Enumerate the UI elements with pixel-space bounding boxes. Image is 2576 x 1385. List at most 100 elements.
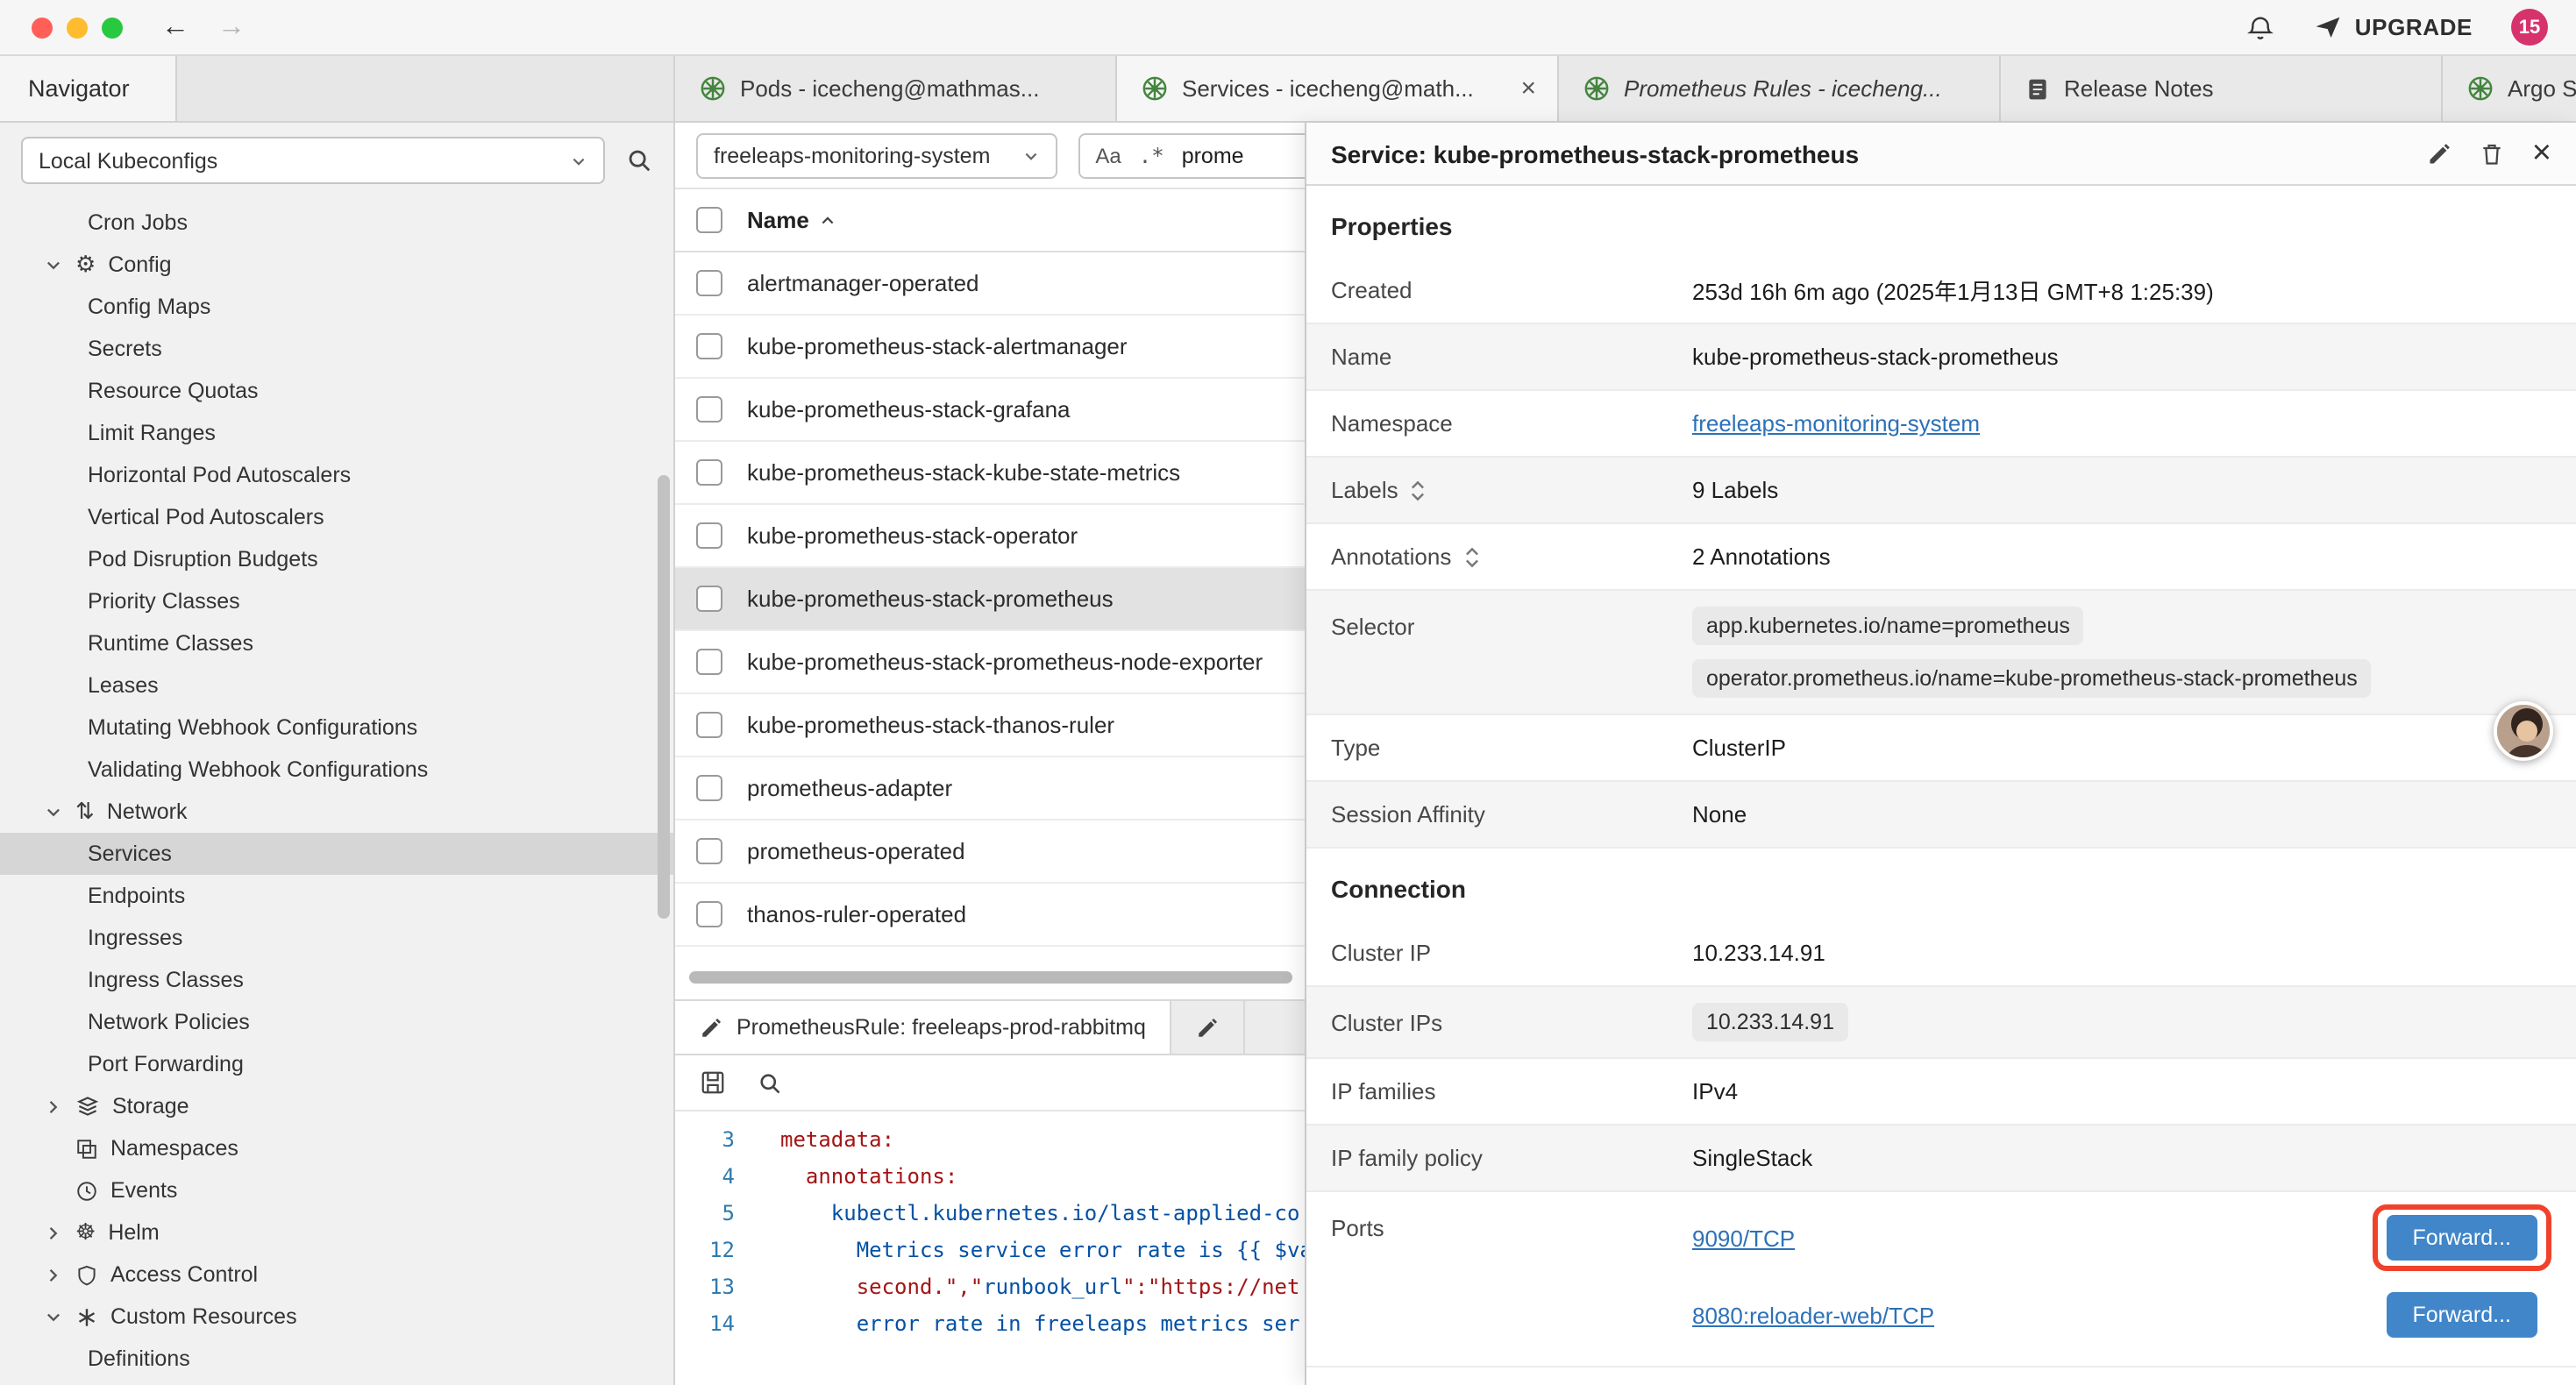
edit-button[interactable]	[2427, 141, 2451, 166]
dock-tab-1[interactable]	[1172, 1001, 1246, 1054]
sidebar-item-config[interactable]: ⚙Config	[0, 244, 673, 286]
sidebar-item-helm[interactable]: ☸Helm	[0, 1211, 673, 1254]
regex-toggle[interactable]: .*	[1139, 143, 1164, 167]
back-button[interactable]: ←	[161, 13, 189, 41]
upgrade-button[interactable]: UPGRADE	[2313, 12, 2473, 42]
row-label: Labels	[1331, 477, 1692, 503]
sidebar-item-label: Endpoints	[88, 884, 185, 908]
code-segment: kubectl.kubernetes.io/last-applied-co	[780, 1201, 1299, 1225]
sidebar-item-resource-quotas[interactable]: Resource Quotas	[0, 370, 673, 412]
row-checkbox[interactable]	[696, 775, 722, 801]
chevron-down-icon[interactable]	[42, 255, 63, 274]
row-checkbox[interactable]	[696, 586, 722, 612]
namespace-link[interactable]: freeleaps-monitoring-system	[1692, 410, 1980, 437]
notification-count-badge[interactable]: 15	[2511, 9, 2548, 46]
select-all-checkbox[interactable]	[696, 207, 722, 233]
row-checkbox[interactable]	[696, 333, 722, 359]
sidebar-item-leases[interactable]: Leases	[0, 664, 673, 707]
sidebar-item-limit-ranges[interactable]: Limit Ranges	[0, 412, 673, 454]
port-link[interactable]: 8080:reloader-web/TCP	[1692, 1302, 1934, 1328]
chevron-down-icon[interactable]	[42, 802, 63, 821]
row-label-text: Cluster IPs	[1331, 1009, 1442, 1035]
chevron-right-icon[interactable]	[42, 1223, 63, 1242]
drawer-row-type: TypeClusterIP	[1306, 715, 2576, 782]
forward-button[interactable]: Forward...	[2386, 1292, 2537, 1338]
close-window-button[interactable]	[32, 17, 53, 38]
editor-search-icon[interactable]	[758, 1070, 782, 1095]
maximize-window-button[interactable]	[102, 17, 123, 38]
row-checkbox[interactable]	[696, 522, 722, 549]
row-value: IPv4	[1692, 1078, 2551, 1104]
sidebar-item-label: Leases	[88, 673, 159, 698]
sidebar-item-namespaces[interactable]: Namespaces	[0, 1127, 673, 1169]
kube-icon	[2467, 75, 2494, 102]
navigator-tab[interactable]: Navigator	[0, 56, 177, 121]
sidebar-item-storage[interactable]: Storage	[0, 1085, 673, 1127]
row-checkbox[interactable]	[696, 838, 722, 864]
save-icon[interactable]	[700, 1069, 726, 1096]
sidebar-item-label: Ingress Classes	[88, 968, 244, 992]
sidebar-search-icon[interactable]	[626, 147, 652, 174]
row-checkbox[interactable]	[696, 270, 722, 296]
row-checkbox[interactable]	[696, 396, 722, 423]
chevron-down-icon[interactable]	[42, 1307, 63, 1326]
sidebar-item-vertical-pod-autoscalers[interactable]: Vertical Pod Autoscalers	[0, 496, 673, 538]
tab-argo-s[interactable]: Argo S	[2443, 56, 2576, 121]
sidebar-item-network[interactable]: ⇅Network	[0, 791, 673, 833]
row-checkbox[interactable]	[696, 901, 722, 927]
sidebar-item-config-maps[interactable]: Config Maps	[0, 286, 673, 328]
port-link[interactable]: 9090/TCP	[1692, 1225, 1795, 1251]
forward-button[interactable]: →	[217, 13, 246, 41]
user-avatar[interactable]	[2494, 701, 2553, 761]
code-segment: error rate in freeleaps metrics ser	[780, 1311, 1299, 1336]
row-label: Created	[1331, 277, 1692, 303]
sidebar-item-secrets[interactable]: Secrets	[0, 328, 673, 370]
chevron-right-icon[interactable]	[42, 1265, 63, 1284]
namespace-filter[interactable]: freeleaps-monitoring-system	[696, 132, 1057, 178]
sidebar-item-network-policies[interactable]: Network Policies	[0, 1001, 673, 1043]
close-tab-icon[interactable]: ×	[1517, 75, 1540, 102]
sidebar-item-cron-jobs[interactable]: Cron Jobs	[0, 202, 673, 244]
notifications-bell-icon[interactable]	[2246, 13, 2274, 41]
sidebar-item-horizontal-pod-autoscalers[interactable]: Horizontal Pod Autoscalers	[0, 454, 673, 496]
minimize-window-button[interactable]	[67, 17, 88, 38]
match-case-toggle[interactable]: Aa	[1095, 143, 1121, 167]
sidebar-item-definitions[interactable]: Definitions	[0, 1338, 673, 1380]
sidebar-scrollbar[interactable]	[658, 475, 670, 919]
sidebar-item-runtime-classes[interactable]: Runtime Classes	[0, 622, 673, 664]
row-checkbox[interactable]	[696, 459, 722, 486]
chevron-right-icon[interactable]	[42, 1097, 63, 1116]
row-checkbox[interactable]	[696, 649, 722, 675]
sidebar-item-events[interactable]: Events	[0, 1169, 673, 1211]
kubeconfig-selector[interactable]: Local Kubeconfigs	[21, 137, 605, 184]
forward-button[interactable]: Forward...	[2386, 1215, 2537, 1261]
row-name: prometheus-adapter	[747, 775, 952, 801]
annotation-highlight: Forward...	[2372, 1204, 2551, 1271]
row-label: Ports	[1331, 1192, 1692, 1241]
row-label: Annotations	[1331, 543, 1692, 570]
row-checkbox[interactable]	[696, 712, 722, 738]
sidebar-item-label: Storage	[112, 1094, 189, 1119]
tab-pods-icecheng-mathmas[interactable]: Pods - icecheng@mathmas...	[675, 56, 1117, 121]
delete-button[interactable]	[2480, 141, 2504, 166]
sidebar-item-access-control[interactable]: Access Control	[0, 1254, 673, 1296]
sidebar-item-port-forwarding[interactable]: Port Forwarding	[0, 1043, 673, 1085]
sidebar-item-priority-classes[interactable]: Priority Classes	[0, 580, 673, 622]
tab-release-notes[interactable]: Release Notes	[2001, 56, 2443, 121]
sidebar-item-ingresses[interactable]: Ingresses	[0, 917, 673, 959]
sidebar-item-custom-resources[interactable]: Custom Resources	[0, 1296, 673, 1338]
sidebar-item-ingress-classes[interactable]: Ingress Classes	[0, 959, 673, 1001]
sidebar-item-validating-webhook-configurations[interactable]: Validating Webhook Configurations	[0, 749, 673, 791]
sidebar-item-services[interactable]: Services	[0, 833, 673, 875]
scrollbar-thumb[interactable]	[689, 971, 1292, 984]
tab-services-icecheng-math[interactable]: Services - icecheng@math...×	[1117, 56, 1559, 121]
tab-prometheus-rules-icecheng[interactable]: Prometheus Rules - icecheng...	[1559, 56, 2001, 121]
sidebar-item-label: Config	[108, 252, 171, 277]
dock-tab-prometheusrule-freeleaps-prod-rabbitmq[interactable]: PrometheusRule: freeleaps-prod-rabbitmq	[675, 1001, 1172, 1054]
sidebar-item-mutating-webhook-configurations[interactable]: Mutating Webhook Configurations	[0, 707, 673, 749]
sidebar-item-pod-disruption-budgets[interactable]: Pod Disruption Budgets	[0, 538, 673, 580]
sidebar-item-endpoints[interactable]: Endpoints	[0, 875, 673, 917]
column-header-name[interactable]: Name	[747, 207, 837, 233]
close-drawer-button[interactable]: ×	[2532, 137, 2551, 170]
line-code: kubectl.kubernetes.io/last-applied-co	[780, 1196, 1299, 1232]
